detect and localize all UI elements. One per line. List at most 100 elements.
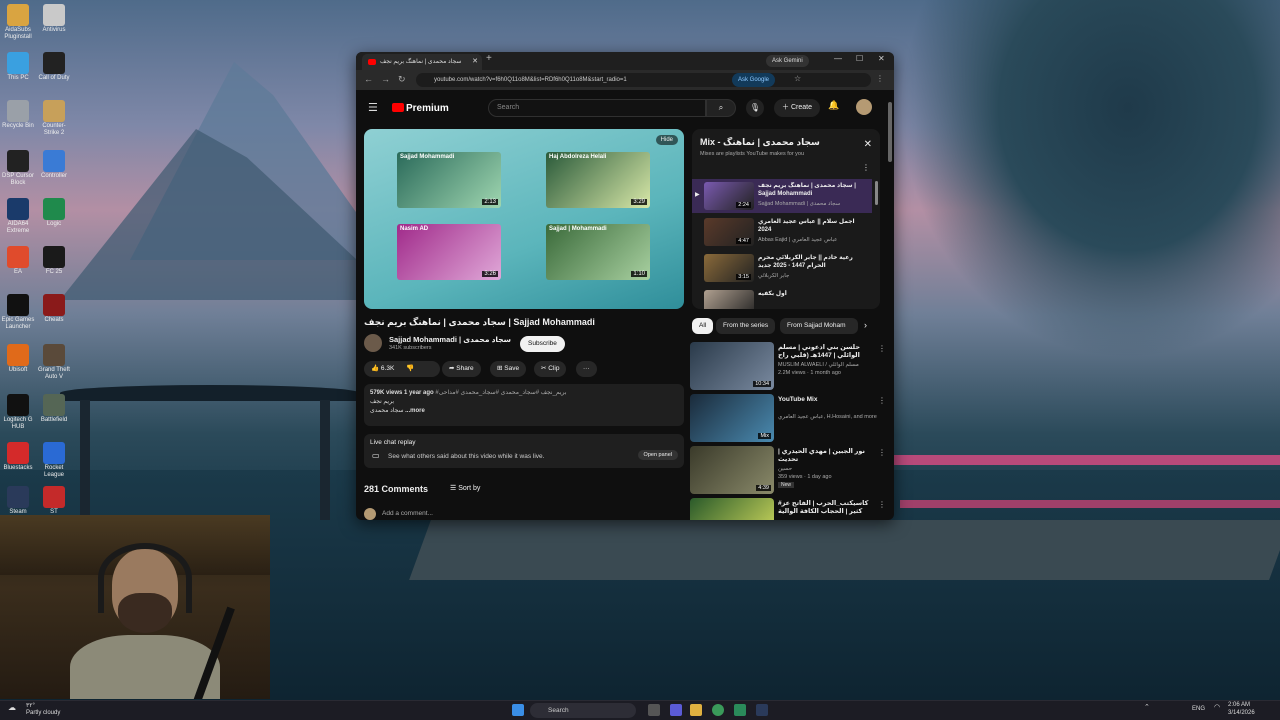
- account-avatar[interactable]: [856, 99, 872, 115]
- related-video[interactable]: 4:39 نور الجبين | مهدي الحيدري | تحديث حسي…: [690, 446, 886, 494]
- desktop-icon[interactable]: Ubisoft: [0, 344, 36, 374]
- task-view-icon[interactable]: [648, 704, 660, 716]
- reload-icon[interactable]: ↻: [398, 74, 406, 85]
- like-count[interactable]: 6.3K: [381, 365, 394, 372]
- desktop-icon[interactable]: ST: [36, 486, 72, 516]
- minimize-button[interactable]: —: [834, 54, 842, 63]
- clock-date[interactable]: 3/14/2026: [1228, 710, 1255, 716]
- mix-item[interactable]: 4:47 اجمل سلام || عباس عجید العامري 2024 A…: [692, 215, 872, 249]
- app-icon[interactable]: [734, 704, 746, 716]
- end-screen-video[interactable]: Haj Abdolreza Helali 3:29: [546, 152, 650, 208]
- desktop-icon[interactable]: EA: [0, 246, 36, 276]
- page-scrollbar[interactable]: [888, 102, 892, 162]
- desktop-icon[interactable]: This PC: [0, 52, 36, 82]
- filter-chip[interactable]: From Sajjad Moham: [780, 318, 858, 334]
- sort-by-button[interactable]: ☰ Sort by: [450, 484, 480, 492]
- forward-icon[interactable]: →: [381, 74, 390, 84]
- desktop-icon[interactable]: DSP Cursor Block: [0, 150, 36, 187]
- desktop-icon[interactable]: Logitech G HUB: [0, 394, 36, 431]
- desktop-icon[interactable]: Recycle Bin: [0, 100, 36, 130]
- weather-temp[interactable]: ۳۲°: [26, 702, 35, 709]
- thumbs-down-icon[interactable]: 👎: [406, 365, 414, 372]
- ask-google-button[interactable]: Ask Google: [732, 73, 776, 87]
- more-options-icon[interactable]: ⋮: [878, 448, 886, 457]
- related-video[interactable]: 10:34 حلسن بني ادعوني | مسلم الوائلي | 14…: [690, 342, 886, 390]
- save-button[interactable]: ⊞ Save: [490, 361, 527, 377]
- desktop-icon[interactable]: Steam: [0, 486, 36, 516]
- desktop-icon[interactable]: AIDA64 Extreme: [0, 198, 36, 235]
- youtube-logo[interactable]: Premium: [392, 103, 449, 114]
- chrome-icon[interactable]: [712, 704, 724, 716]
- mix-item[interactable]: 2:24 سجاد محمدی | نماهنگ بریم نجف | Sajja…: [692, 179, 872, 213]
- desktop-icon[interactable]: Antivirus: [36, 4, 72, 34]
- open-panel-button[interactable]: Open panel: [637, 450, 678, 460]
- search-button[interactable]: ⌕: [706, 99, 736, 117]
- channel-avatar[interactable]: [364, 334, 382, 352]
- search-input[interactable]: Search: [488, 99, 706, 117]
- desktop-icon[interactable]: Grand Theft Auto V: [36, 344, 72, 381]
- language-indicator[interactable]: ENG: [1192, 706, 1205, 712]
- desktop-icon[interactable]: AidaSubs Pluginstall: [0, 4, 36, 41]
- desktop-icon[interactable]: Bluestacks: [0, 442, 36, 472]
- weather-text[interactable]: Partly cloudy: [26, 710, 60, 716]
- desktop-icon[interactable]: Call of Duty: [36, 52, 72, 82]
- start-button-icon[interactable]: [512, 704, 524, 716]
- filter-chip[interactable]: All: [692, 318, 714, 334]
- mix-scrollbar[interactable]: [875, 181, 878, 205]
- file-explorer-icon[interactable]: [690, 704, 702, 716]
- thumbs-up-icon[interactable]: 👍: [371, 365, 381, 372]
- menu-dots-icon[interactable]: ⋮: [876, 74, 884, 83]
- close-mix-icon[interactable]: ✕: [864, 139, 872, 150]
- voice-search-button[interactable]: 🎙: [746, 99, 764, 117]
- notifications-bell-icon[interactable]: 🔔: [828, 100, 839, 111]
- new-tab-button[interactable]: +: [486, 53, 492, 64]
- hamburger-menu-icon[interactable]: ☰: [368, 101, 378, 114]
- steam-icon[interactable]: [756, 704, 768, 716]
- related-video[interactable]: Mix YouTube Mix عباس عجید العامري, H.Hosai…: [690, 394, 886, 442]
- tab-close-icon[interactable]: ✕: [472, 54, 478, 70]
- end-screen-video[interactable]: Nasim AD 3:26: [397, 224, 501, 280]
- share-button[interactable]: ➦ Share: [442, 361, 481, 377]
- show-more-link[interactable]: ...more: [405, 408, 425, 414]
- desktop-icon[interactable]: FC 25: [36, 246, 72, 276]
- chat-app-icon[interactable]: [670, 704, 682, 716]
- end-screen-video[interactable]: Sajjad | Mohammadi 1:10: [546, 224, 650, 280]
- close-window-button[interactable]: ✕: [878, 54, 885, 63]
- back-icon[interactable]: ←: [364, 74, 373, 84]
- desktop-icon[interactable]: Logic: [36, 198, 72, 228]
- create-button[interactable]: ＋ Create: [774, 99, 820, 117]
- url-field[interactable]: youtube.com/watch?v=f6h0Q11o8M&list=RDf6…: [416, 73, 871, 87]
- video-player[interactable]: Hide Sajjad Mohammadi 2:13 Haj Abdolreza H…: [364, 129, 684, 309]
- clock-time[interactable]: 2:06 AM: [1228, 702, 1250, 708]
- description-box[interactable]: 579K views 1 year ago #بریم_نجف #سجاد_مح…: [364, 384, 684, 426]
- more-options-icon[interactable]: ⋮: [878, 500, 886, 509]
- clip-button[interactable]: ✂ Clip: [534, 361, 567, 377]
- mix-item[interactable]: أول بكفيهعلي عبود الوائلي - Topic: [692, 287, 872, 309]
- channel-name[interactable]: Sajjad Mohammadi | سجاد محمدی: [389, 335, 511, 344]
- mix-item[interactable]: 3:15 رعية خادم || جابر الكربلائي محرم الح…: [692, 251, 872, 285]
- more-options-icon[interactable]: ⋮: [878, 344, 886, 353]
- chips-next-icon[interactable]: ›: [864, 320, 867, 330]
- related-video[interactable]: #كاسيكتب_الحرب | الفاتح عز كثير | الحجاب…: [690, 498, 886, 520]
- filter-chip[interactable]: From the series: [716, 318, 776, 334]
- end-screen-video[interactable]: Sajjad Mohammadi 2:13: [397, 152, 501, 208]
- maximize-button[interactable]: ☐: [856, 54, 863, 63]
- weather-icon[interactable]: ☁: [8, 703, 16, 712]
- desktop-icon[interactable]: Rocket League: [36, 442, 72, 479]
- taskbar-search[interactable]: Search: [530, 703, 636, 718]
- desktop-icon[interactable]: Cheats: [36, 294, 72, 324]
- desktop-icon[interactable]: Epic Games Launcher: [0, 294, 36, 331]
- hashtags[interactable]: #بریم_نجف #سجاد_محمدی #سجاد_محمدی #مداحی: [435, 390, 566, 396]
- ask-gemini-button[interactable]: Ask Gemini: [766, 55, 809, 67]
- tray-chevron-icon[interactable]: ⌃: [1144, 703, 1150, 711]
- mix-options-icon[interactable]: ⋮: [862, 163, 870, 172]
- desktop-icon[interactable]: Controller: [36, 150, 72, 180]
- bookmark-star-icon[interactable]: ☆: [794, 74, 801, 83]
- hide-button[interactable]: Hide: [655, 135, 678, 145]
- more-options-icon[interactable]: ⋮: [878, 396, 886, 405]
- desktop-icon[interactable]: Battlefield: [36, 394, 72, 424]
- desktop-icon[interactable]: Counter-Strike 2: [36, 100, 72, 137]
- subscribe-button[interactable]: Subscribe: [520, 336, 565, 352]
- tab-youtube[interactable]: سجاد محمدی | نماهنگ بریم نجف ✕: [362, 54, 482, 70]
- add-comment-input[interactable]: Add a comment...: [382, 510, 433, 517]
